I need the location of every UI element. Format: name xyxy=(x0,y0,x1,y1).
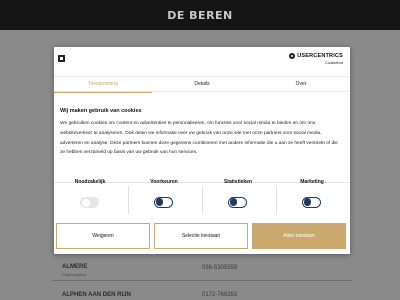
allow-selection-button[interactable]: Selectie toestaan xyxy=(154,223,248,249)
toggle-knob xyxy=(303,198,312,206)
allow-all-button[interactable]: Alles toestaan xyxy=(252,223,346,249)
tab-details[interactable]: Details xyxy=(153,77,251,92)
consent-categories: Noodzakelijk Voorkeuren Statistieken Mar… xyxy=(54,179,350,215)
category-marketing: Marketing xyxy=(276,179,348,215)
divider xyxy=(54,91,350,92)
location-phone[interactable]: 0172-766353 xyxy=(202,292,237,298)
deny-button[interactable]: Weigeren xyxy=(56,223,150,249)
toggle-statistieken[interactable] xyxy=(228,197,247,208)
site-logo[interactable]: DE BEREN xyxy=(0,9,400,22)
consent-heading: Wij maken gebruik van cookies xyxy=(60,108,142,114)
location-name: ALMERE xyxy=(62,264,88,270)
site-logo-icon xyxy=(58,55,65,62)
category-voorkeuren: Voorkeuren xyxy=(128,179,200,215)
category-label: Noodzakelijk xyxy=(74,179,106,185)
cookie-consent-dialog: USERCENTRICS Cookiebot Toestemming Detai… xyxy=(54,47,350,254)
toggle-knob xyxy=(82,198,90,207)
divider xyxy=(52,280,352,281)
provider-logo[interactable]: USERCENTRICS Cookiebot xyxy=(289,53,343,65)
location-sub: Stadhuisplein xyxy=(62,272,87,277)
site-header: DE BEREN xyxy=(0,0,400,30)
provider-sub: Cookiebot xyxy=(324,60,343,65)
location-name: ALPHEN AAN DEN RIJN xyxy=(62,292,131,298)
category-noodzakelijk: Noodzakelijk xyxy=(54,179,126,215)
consent-buttons: Weigeren Selectie toestaan Alles toestaa… xyxy=(54,221,350,249)
category-label: Marketing xyxy=(300,179,324,185)
toggle-noodzakelijk[interactable] xyxy=(80,197,99,208)
category-label: Voorkeuren xyxy=(150,179,178,185)
usercentrics-icon xyxy=(289,53,296,59)
consent-tabs: Toestemming Details Over xyxy=(54,76,350,93)
tab-over[interactable]: Over xyxy=(252,77,350,92)
toggle-voorkeuren[interactable] xyxy=(154,197,173,208)
toggle-marketing[interactable] xyxy=(302,197,321,208)
toggle-knob xyxy=(229,198,238,206)
provider-name: USERCENTRICS xyxy=(297,53,343,59)
location-phone[interactable]: 036-5305559 xyxy=(202,265,237,271)
toggle-knob xyxy=(155,198,164,206)
category-statistieken: Statistieken xyxy=(202,179,274,215)
tab-toestemming[interactable]: Toestemming xyxy=(54,77,152,92)
category-label: Statistieken xyxy=(223,179,253,185)
consent-body: We gebruiken cookies om content en adver… xyxy=(60,121,338,156)
